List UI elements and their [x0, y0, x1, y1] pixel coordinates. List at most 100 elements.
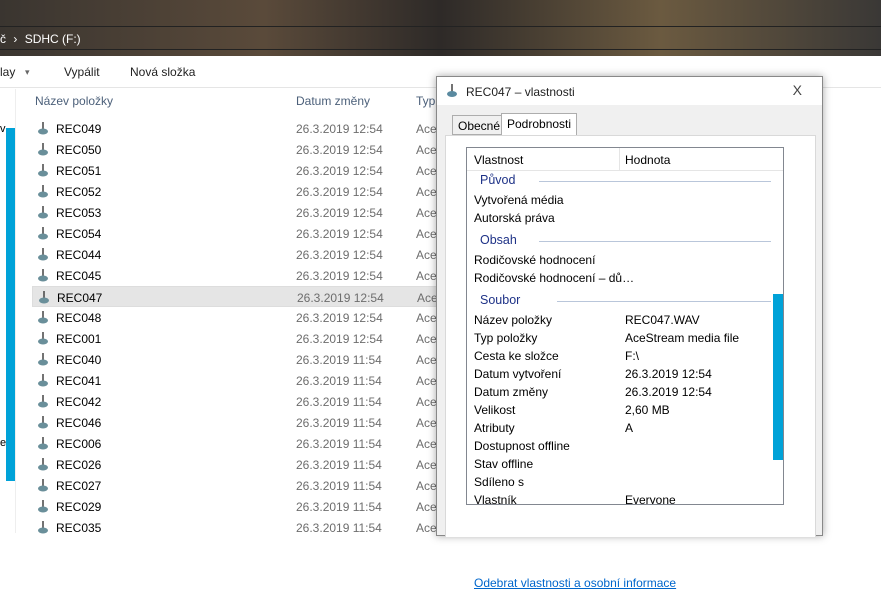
- file-row[interactable]: REC047 26.3.2019 12:54 Ace: [32, 286, 442, 307]
- file-date: 26.3.2019 11:54: [296, 479, 382, 493]
- address-bar[interactable]: č › SDHC (F:): [0, 26, 881, 50]
- property-value[interactable]: 2,60 MB: [625, 403, 670, 417]
- file-type: Ace: [416, 479, 437, 493]
- close-button[interactable]: X: [793, 82, 802, 98]
- property-name[interactable]: Vytvořená média: [474, 193, 564, 207]
- media-file-icon: [38, 353, 48, 366]
- remove-properties-link[interactable]: Odebrat vlastnosti a osobní informace: [474, 576, 676, 590]
- dialog-title: REC047 – vlastnosti: [466, 85, 575, 99]
- properties-list[interactable]: Vlastnost Hodnota Původ Vytvořená média Au…: [466, 147, 784, 505]
- file-row[interactable]: REC050 26.3.2019 12:54 Ace: [32, 139, 442, 160]
- file-type: Ace: [416, 185, 437, 199]
- file-type: Ace: [416, 143, 437, 157]
- file-name: REC026: [56, 458, 102, 472]
- property-name[interactable]: Velikost: [474, 403, 515, 417]
- property-name[interactable]: Rodičovské hodnocení – dů…: [474, 271, 634, 285]
- file-type: Ace: [417, 291, 438, 305]
- property-name[interactable]: Cesta ke složce: [474, 349, 559, 363]
- property-name[interactable]: Rodičovské hodnocení: [474, 253, 595, 267]
- column-type[interactable]: Typ: [416, 94, 435, 108]
- file-row[interactable]: REC044 26.3.2019 12:54 Ace: [32, 244, 442, 265]
- file-type: Ace: [416, 164, 437, 178]
- file-date: 26.3.2019 11:54: [296, 416, 382, 430]
- file-name: REC042: [56, 395, 102, 409]
- file-name: REC044: [56, 248, 102, 262]
- header-value[interactable]: Hodnota: [625, 153, 670, 167]
- media-file-icon: [38, 248, 48, 261]
- property-name[interactable]: Typ položky: [474, 331, 537, 345]
- file-name: REC001: [56, 332, 102, 346]
- file-date: 26.3.2019 12:54: [296, 332, 383, 346]
- property-name[interactable]: Datum vytvoření: [474, 367, 561, 381]
- property-name[interactable]: Stav offline: [474, 457, 533, 471]
- file-row[interactable]: REC051 26.3.2019 12:54 Ace: [32, 160, 442, 181]
- file-row[interactable]: REC045 26.3.2019 12:54 Ace: [32, 265, 442, 286]
- header-property[interactable]: Vlastnost: [474, 153, 523, 167]
- file-row[interactable]: REC048 26.3.2019 12:54 Ace: [32, 307, 442, 328]
- properties-dialog: REC047 – vlastnosti X Obecné Podrobnosti…: [436, 76, 823, 590]
- property-value[interactable]: Everyone: [625, 493, 676, 504]
- file-row[interactable]: REC042 26.3.2019 11:54 Ace: [32, 391, 442, 412]
- group-content[interactable]: Obsah: [480, 233, 517, 247]
- file-row[interactable]: REC053 26.3.2019 12:54 Ace: [32, 202, 442, 223]
- play-button[interactable]: lay: [0, 65, 15, 79]
- property-name[interactable]: Autorská práva: [474, 211, 555, 225]
- property-value[interactable]: REC047.WAV: [625, 313, 700, 327]
- property-name[interactable]: Sdíleno s: [474, 475, 524, 489]
- group-divider: [539, 241, 771, 242]
- breadcrumb-separator: ›: [13, 32, 18, 46]
- file-row[interactable]: REC052 26.3.2019 12:54 Ace: [32, 181, 442, 202]
- file-row[interactable]: REC027 26.3.2019 11:54 Ace: [32, 475, 442, 496]
- media-file-icon: [38, 269, 48, 282]
- file-name: REC048: [56, 311, 102, 325]
- file-type: Ace: [416, 458, 437, 472]
- details-page: Vlastnost Hodnota Původ Vytvořená média Au…: [445, 135, 816, 590]
- media-file-icon: [38, 206, 48, 219]
- file-type: Ace: [416, 500, 437, 514]
- nav-scrollbar[interactable]: [6, 128, 15, 481]
- file-type: Ace: [416, 395, 437, 409]
- breadcrumb-location[interactable]: SDHC (F:): [25, 32, 81, 46]
- property-value[interactable]: F:\: [625, 349, 639, 363]
- property-name[interactable]: Datum změny: [474, 385, 548, 399]
- nav-item-fragment[interactable]: v: [0, 123, 6, 135]
- file-name: REC054: [56, 227, 102, 241]
- file-row[interactable]: REC049 26.3.2019 12:54 Ace: [32, 118, 442, 139]
- tab-details[interactable]: Podrobnosti: [501, 113, 578, 136]
- file-row[interactable]: REC054 26.3.2019 12:54 Ace: [32, 223, 442, 244]
- file-date: 26.3.2019 11:54: [296, 437, 382, 451]
- new-folder-button[interactable]: Nová složka: [130, 65, 195, 79]
- property-name[interactable]: Název položky: [474, 313, 552, 327]
- file-row[interactable]: REC029 26.3.2019 11:54 Ace: [32, 496, 442, 517]
- property-value[interactable]: 26.3.2019 12:54: [625, 385, 712, 399]
- group-origin[interactable]: Původ: [480, 173, 515, 187]
- file-row[interactable]: REC040 26.3.2019 11:54 Ace: [32, 349, 442, 370]
- property-name[interactable]: Dostupnost offline: [474, 439, 570, 453]
- file-row[interactable]: REC046 26.3.2019 11:54 Ace: [32, 412, 442, 433]
- media-file-icon: [38, 500, 48, 513]
- property-name[interactable]: Atributy: [474, 421, 515, 435]
- file-date: 26.3.2019 12:54: [296, 206, 383, 220]
- file-date: 26.3.2019 12:54: [296, 248, 383, 262]
- file-row[interactable]: REC006 26.3.2019 11:54 Ace: [32, 433, 442, 454]
- property-value[interactable]: AceStream media file: [625, 331, 739, 345]
- column-date[interactable]: Datum změny: [296, 94, 370, 108]
- nav-item-fragment[interactable]: e: [0, 437, 6, 449]
- property-name[interactable]: Vlastník: [474, 493, 517, 504]
- dialog-titlebar[interactable]: REC047 – vlastnosti X: [437, 77, 822, 105]
- breadcrumb-prev[interactable]: č: [0, 32, 6, 46]
- file-row[interactable]: REC026 26.3.2019 11:54 Ace: [32, 454, 442, 475]
- tab-general[interactable]: Obecné: [452, 115, 507, 135]
- media-file-icon: [38, 395, 48, 408]
- file-row[interactable]: REC001 26.3.2019 12:54 Ace: [32, 328, 442, 349]
- property-value[interactable]: 26.3.2019 12:54: [625, 367, 712, 381]
- burn-button[interactable]: Vypálit: [64, 65, 100, 79]
- file-row[interactable]: REC035 26.3.2019 11:54 Ace: [32, 517, 442, 538]
- play-dropdown-icon[interactable]: ▾: [25, 67, 30, 78]
- properties-scrollbar[interactable]: [773, 294, 783, 460]
- property-value[interactable]: A: [625, 421, 633, 435]
- column-name[interactable]: Název položky: [35, 94, 113, 108]
- file-type: Ace: [416, 269, 437, 283]
- group-file[interactable]: Soubor: [480, 293, 520, 307]
- file-row[interactable]: REC041 26.3.2019 11:54 Ace: [32, 370, 442, 391]
